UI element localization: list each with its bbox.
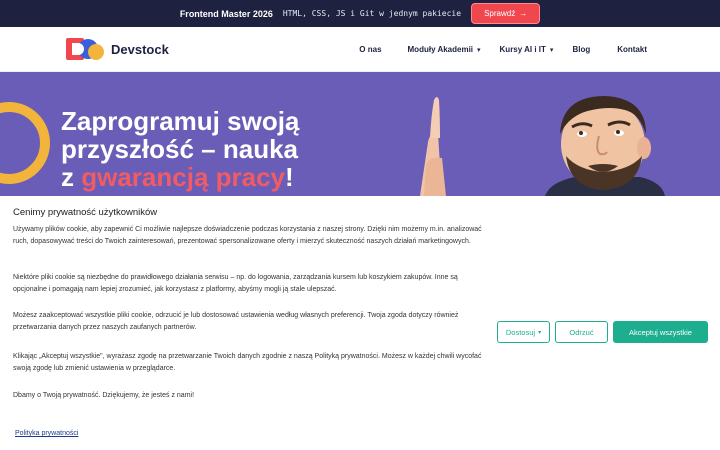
main-navigation: Devstock O nas Moduły Akademii ▾ Kursy A… — [0, 27, 720, 72]
hero-headline-line-3: z gwarancją pracy! — [61, 164, 294, 190]
nav-item-about[interactable]: O nas — [359, 45, 381, 54]
nav-item-ai-it-courses[interactable]: Kursy AI i IT ▾ — [500, 45, 554, 54]
reject-button[interactable]: Odrzuć — [555, 321, 608, 343]
hero-accent-text: gwarancją pracy — [81, 162, 286, 192]
hero-headline-line-1: Zaprogramuj swoją — [61, 106, 300, 136]
nav-item-label: Kontakt — [617, 45, 647, 54]
nav-item-label: Blog — [572, 45, 591, 54]
accept-all-button-label: Akceptuj wszystkie — [629, 327, 692, 337]
cookie-title: Cenimy prywatność użytkowników — [13, 207, 158, 218]
chevron-down-icon: ▾ — [549, 46, 554, 54]
promo-title: Frontend Master 2026 — [179, 8, 273, 19]
cookie-paragraph: Używamy plików cookie, aby zapewnić Ci m… — [13, 226, 482, 245]
promo-bar: Frontend Master 2026 HTML, CSS, JS i Git… — [0, 0, 720, 27]
cookie-paragraph: Możesz zaakceptować wszystkie pliki cook… — [13, 312, 459, 331]
arrow-right-icon: → — [519, 9, 528, 18]
cookie-paragraph: Niektóre pliki cookie są niezbędne do pr… — [13, 274, 458, 293]
nav-item-contact[interactable]: Kontakt — [617, 45, 647, 54]
hero-person-image — [420, 96, 665, 196]
cookie-paragraph: Klikając „Akceptuj wszystkie", wyrażasz … — [13, 353, 482, 372]
hero-line3-suffix: ! — [285, 162, 294, 192]
promo-button-label: Sprawdź — [484, 9, 516, 18]
nav-item-blog[interactable]: Blog — [572, 45, 590, 54]
accept-all-button[interactable]: Akceptuj wszystkie — [613, 321, 708, 343]
promo-text: HTML, CSS, JS i Git w jednym pakiecie — [282, 9, 462, 18]
devstock-logo-icon — [66, 38, 104, 60]
decorative-ring — [0, 102, 50, 184]
chevron-down-icon: ▾ — [477, 46, 481, 54]
nav-item-label: O nas — [359, 45, 382, 54]
cookie-consent-panel: Cenimy prywatność użytkowników Używamy p… — [0, 196, 720, 450]
privacy-policy-link[interactable]: Polityka prywatności — [15, 430, 78, 437]
hero-banner: Zaprogramuj swoją przyszłość – nauka z g… — [0, 72, 720, 196]
cookie-paragraph: Dbamy o Twoją prywatność. Dziękujemy, że… — [13, 392, 195, 399]
logo-text: Devstock — [111, 41, 169, 57]
hero-headline-line-2: przyszłość – nauka — [61, 134, 298, 164]
customize-button-label: Dostosuj — [505, 327, 536, 337]
hero-line3-prefix: z — [61, 162, 82, 192]
logo[interactable]: Devstock — [66, 36, 169, 62]
chevron-down-icon: ▾ — [538, 329, 542, 336]
nav-item-label: Moduły Akademii — [407, 45, 474, 54]
nav-item-label: Kursy AI i IT — [499, 45, 546, 54]
reject-button-label: Odrzuć — [569, 327, 594, 337]
promo-check-button[interactable]: Sprawdź → — [471, 3, 541, 24]
nav-item-academy-modules[interactable]: Moduły Akademii ▾ — [408, 45, 481, 54]
customize-button[interactable]: Dostosuj ▾ — [497, 321, 550, 343]
nav-menu: O nas Moduły Akademii ▾ Kursy AI i IT ▾ … — [359, 27, 647, 72]
